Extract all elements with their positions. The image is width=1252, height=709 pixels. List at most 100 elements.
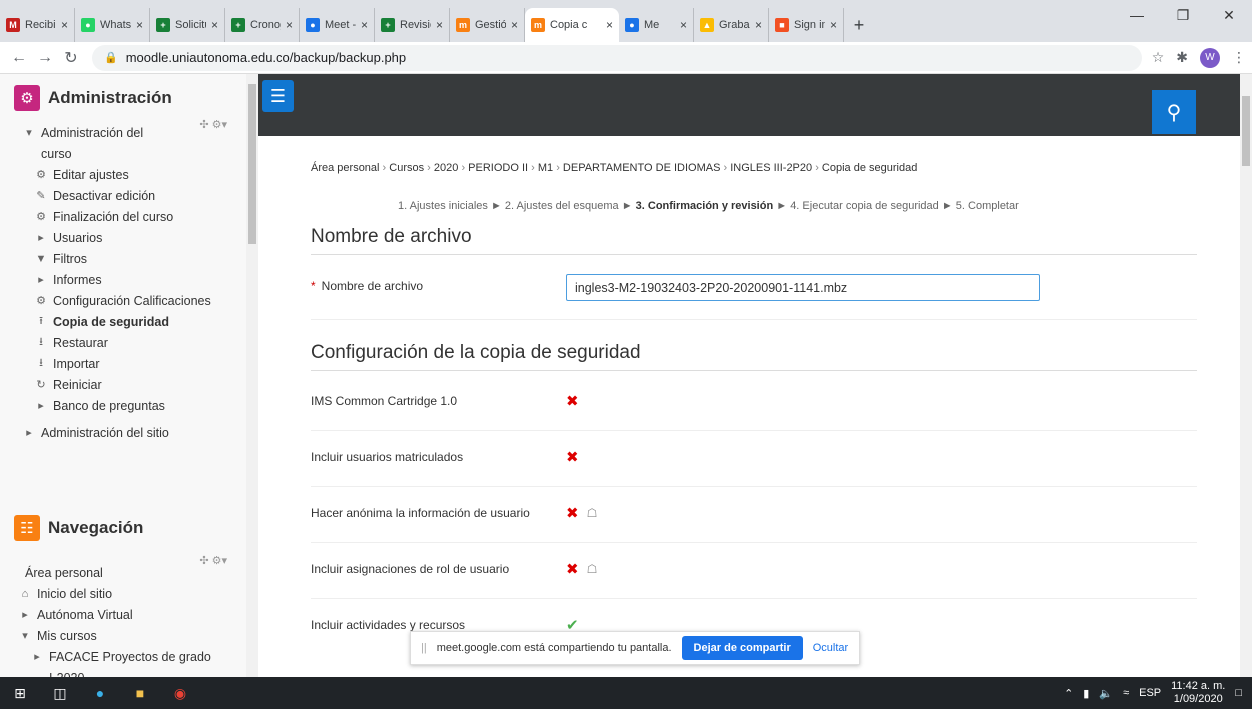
hide-button[interactable]: Ocultar xyxy=(813,642,848,654)
screen-share-banner: || meet.google.com está compartiendo tu … xyxy=(410,631,860,665)
chrome-icon[interactable]: ◉ xyxy=(160,677,200,709)
close-tab-icon[interactable]: × xyxy=(286,18,293,32)
close-tab-icon[interactable]: × xyxy=(755,18,762,32)
tree-item[interactable]: ⚙ Editar ajustes xyxy=(22,164,257,185)
tree-item[interactable]: Área personal xyxy=(6,562,211,583)
home-icon: ⌂ xyxy=(21,587,29,600)
language-indicator[interactable]: ESP xyxy=(1139,687,1161,699)
gear-icon: ⚙ xyxy=(36,211,46,223)
breadcrumb-item[interactable]: DEPARTAMENTO DE IDIOMAS xyxy=(563,162,721,174)
tree-item-site-admin[interactable]: ▸ Administración del sitio xyxy=(22,422,257,443)
volume-icon[interactable]: 🔈 xyxy=(1099,687,1113,700)
minimize-icon[interactable]: — xyxy=(1114,0,1160,30)
reload-icon[interactable]: ↻ xyxy=(58,48,84,68)
tree-item[interactable]: I-2020 xyxy=(6,667,211,678)
browser-tab[interactable]: m Copia c × xyxy=(525,8,619,42)
tree-item[interactable]: ▾ Mis cursos xyxy=(6,625,211,646)
drawer-toggle-icon[interactable]: ☰ xyxy=(262,80,294,112)
url-field[interactable]: 🔒 moodle.uniautonoma.edu.co/backup/backu… xyxy=(92,44,1142,71)
tree-item[interactable]: ▸ FACACE Proyectos de grado xyxy=(6,646,211,667)
browser-tab[interactable]: ▲Grabac× xyxy=(694,8,769,42)
drag-handle-icon[interactable]: || xyxy=(421,642,427,654)
tree-item[interactable]: ✎ Desactivar edición xyxy=(22,185,257,206)
tree-item[interactable]: ▸ Autónoma Virtual xyxy=(6,604,211,625)
cross-icon: ✖ xyxy=(566,449,579,466)
menu-kebab-icon[interactable]: ⋮ xyxy=(1232,49,1246,66)
tree-item[interactable]: ▼ Filtros xyxy=(22,248,257,269)
tree-item[interactable]: ⚙ Finalización del curso xyxy=(22,206,257,227)
tree-item[interactable]: ⭳ Restaurar xyxy=(22,332,257,353)
browser-tab[interactable]: +Cronog× xyxy=(225,8,300,42)
task-view-icon[interactable]: ◫ xyxy=(40,677,80,709)
tray-chevron-icon[interactable]: ⌃ xyxy=(1064,687,1073,700)
close-tab-icon[interactable]: × xyxy=(211,18,218,32)
close-tab-icon[interactable]: × xyxy=(680,18,687,32)
tree-item[interactable]: curso xyxy=(22,143,257,164)
close-tab-icon[interactable]: × xyxy=(511,18,518,32)
tree-item[interactable]: ▸ Banco de preguntas xyxy=(22,395,257,416)
close-tab-icon[interactable]: × xyxy=(361,18,368,32)
close-window-icon[interactable]: ✕ xyxy=(1206,0,1252,30)
nav-block-title: ☷ Navegación xyxy=(0,504,157,552)
edge-icon[interactable]: ● xyxy=(80,677,120,709)
maximize-icon[interactable]: ❐ xyxy=(1160,0,1206,30)
refresh-icon: ↻ xyxy=(36,379,46,391)
breadcrumb-item[interactable]: Área personal xyxy=(311,162,380,174)
close-tab-icon[interactable]: × xyxy=(606,18,613,32)
tree-item[interactable]: ▸ Usuarios xyxy=(22,227,257,248)
browser-tab[interactable]: +Solicitu× xyxy=(150,8,225,42)
lock-icon: ☖ xyxy=(586,506,598,520)
bookmark-star-icon[interactable]: ☆ xyxy=(1152,49,1165,66)
admin-tree: ▾ Administración del curso ⚙ Editar ajustes ✎… xyxy=(0,122,257,416)
browser-tab[interactable]: ● Meet - × xyxy=(300,8,375,42)
new-tab-icon[interactable]: + xyxy=(844,8,874,42)
browser-tab[interactable]: ■ Sign in × xyxy=(769,8,844,42)
admin-block-title: ⚙ Administración xyxy=(0,74,257,122)
browser-tab-strip: MRecibid×●WhatsA×+Solicitu×+Cronog×●Meet… xyxy=(0,0,1252,42)
breadcrumb-item[interactable]: 2020 xyxy=(434,162,458,174)
close-tab-icon[interactable]: × xyxy=(136,18,143,32)
back-icon[interactable]: ← xyxy=(6,49,32,67)
breadcrumb-item[interactable]: M1 xyxy=(538,162,553,174)
wifi-icon[interactable]: ≈ xyxy=(1123,687,1129,699)
tree-item[interactable]: ⌂ Inicio del sitio xyxy=(6,583,211,604)
windows-start-icon[interactable]: ⊞ xyxy=(0,677,40,709)
caret-right-icon: ▸ xyxy=(26,427,32,439)
filename-input[interactable]: ingles3-M2-19032403-2P20-20200901-1141.m… xyxy=(566,274,1040,301)
sidebar-scrollbar[interactable] xyxy=(246,74,258,677)
tree-item[interactable]: ▸ Informes xyxy=(22,269,257,290)
tree-item[interactable]: ⭱ Copia de seguridad xyxy=(22,311,257,332)
extensions-icon[interactable]: ✱ xyxy=(1176,49,1188,66)
tree-item[interactable]: ↻ Reiniciar xyxy=(22,374,257,395)
profile-avatar[interactable]: W xyxy=(1200,47,1220,68)
browser-tab[interactable]: ●WhatsA× xyxy=(75,8,150,42)
meet-icon: ● xyxy=(625,18,639,32)
stop-sharing-button[interactable]: Dejar de compartir xyxy=(681,636,803,660)
browser-tab[interactable]: mGestión× xyxy=(450,8,525,42)
breadcrumb-item[interactable]: PERIODO II xyxy=(468,162,528,174)
browser-tab[interactable]: ● Me × xyxy=(619,8,694,42)
close-tab-icon[interactable]: × xyxy=(830,18,837,32)
close-tab-icon[interactable]: × xyxy=(61,18,68,32)
tree-item[interactable]: ⭳ Importar xyxy=(22,353,257,374)
setting-label: Incluir actividades y recursos xyxy=(311,618,466,632)
breadcrumb-item[interactable]: INGLES III-2P20 xyxy=(730,162,812,174)
main-scrollbar[interactable] xyxy=(1240,74,1252,677)
battery-icon[interactable]: ▮ xyxy=(1083,687,1089,700)
left-drawer: ⚙ Administración ✣ ⚙▾ ▾ Administración de… xyxy=(0,74,258,677)
block-controls-icon[interactable]: ✣ ⚙▾ xyxy=(199,118,227,131)
clock[interactable]: 11:42 a. m. 1/09/2020 xyxy=(1171,680,1225,706)
setting-value: ✖ xyxy=(566,448,579,466)
search-icon[interactable]: ⚲ xyxy=(1152,90,1196,134)
tree-item[interactable]: ⚙ Configuración Calificaciones xyxy=(22,290,257,311)
notifications-icon[interactable]: □ xyxy=(1235,687,1242,699)
browser-tab[interactable]: +Revisio× xyxy=(375,8,450,42)
file-explorer-icon[interactable]: ■ xyxy=(120,677,160,709)
setting-label: Incluir asignaciones de rol de usuario xyxy=(311,562,510,576)
main-region: Área personal › Cursos › 2020 › PERIODO … xyxy=(258,136,1240,677)
breadcrumb-item[interactable]: Cursos xyxy=(389,162,424,174)
forward-icon[interactable]: → xyxy=(32,49,58,67)
browser-tab[interactable]: MRecibid× xyxy=(0,8,75,42)
close-tab-icon[interactable]: × xyxy=(436,18,443,32)
gear-icon: ⚙ xyxy=(36,169,46,181)
